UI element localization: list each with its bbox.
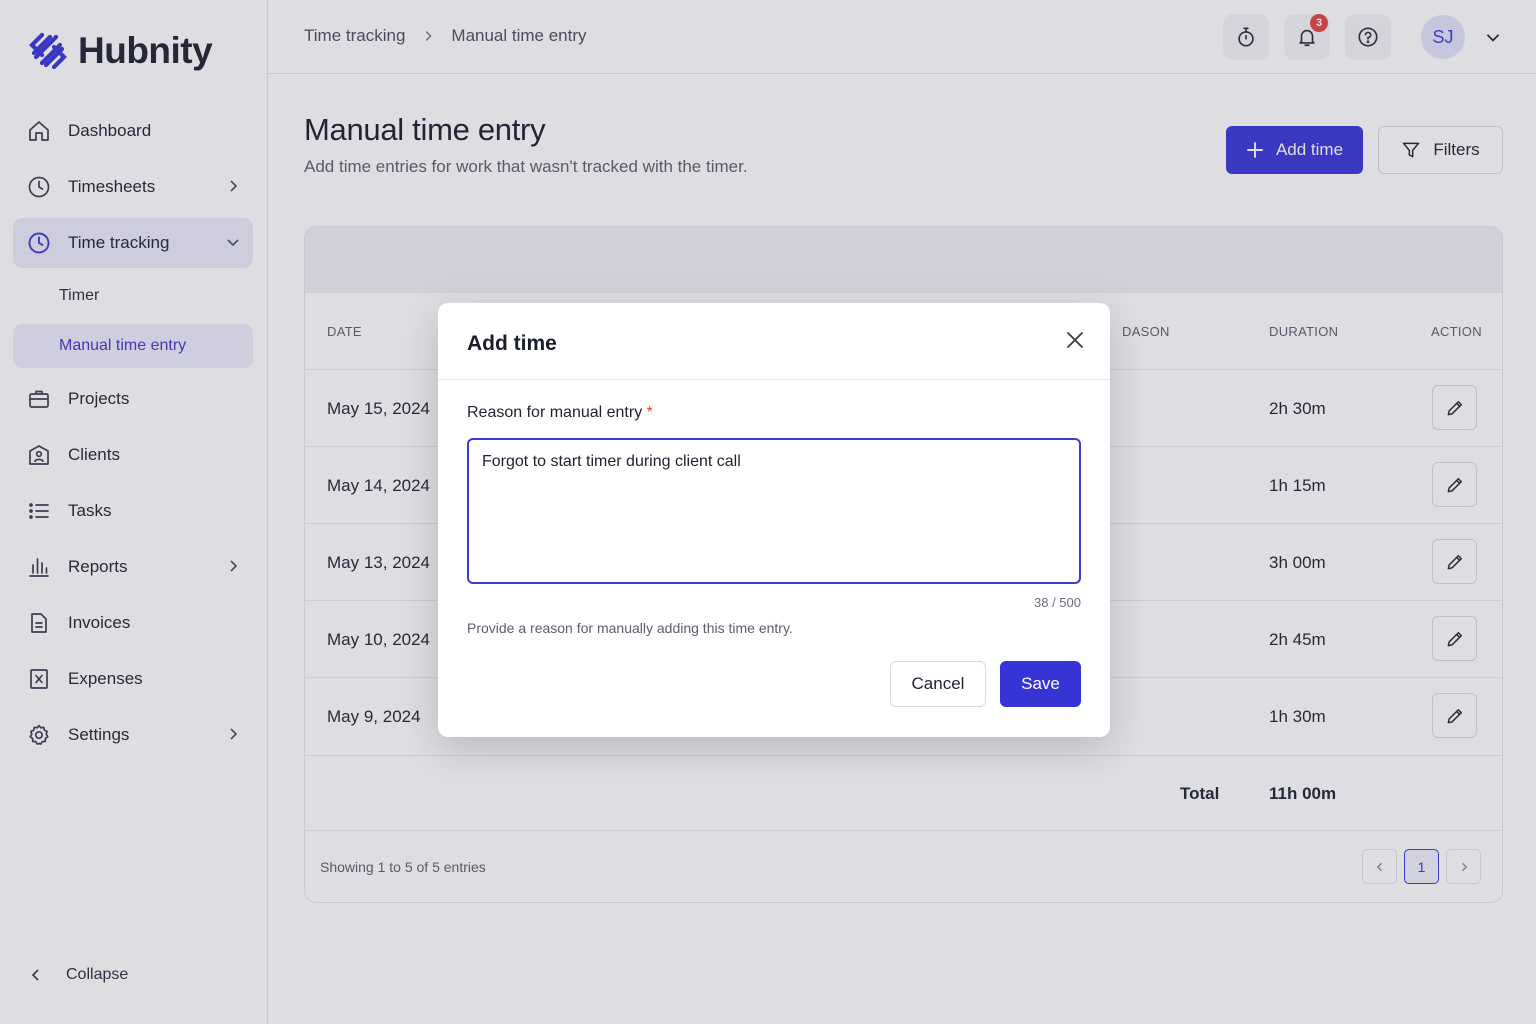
character-counter: 38 / 500: [1034, 595, 1081, 610]
save-button[interactable]: Save: [1000, 661, 1081, 707]
reason-textarea[interactable]: Forgot to start timer during client call: [467, 438, 1081, 584]
modal-header: Add time: [438, 303, 1110, 380]
reason-label-text: Reason for manual entry: [467, 404, 643, 421]
helper-text: Provide a reason for manually adding thi…: [467, 620, 793, 636]
reason-label: Reason for manual entry *: [467, 404, 653, 422]
cancel-button[interactable]: Cancel: [890, 661, 986, 707]
modal-title: Add time: [467, 332, 557, 355]
add-time-modal: Add time Reason for manual entry * Forgo…: [438, 303, 1110, 737]
required-mark: *: [646, 404, 653, 421]
close-icon[interactable]: [1064, 329, 1086, 351]
